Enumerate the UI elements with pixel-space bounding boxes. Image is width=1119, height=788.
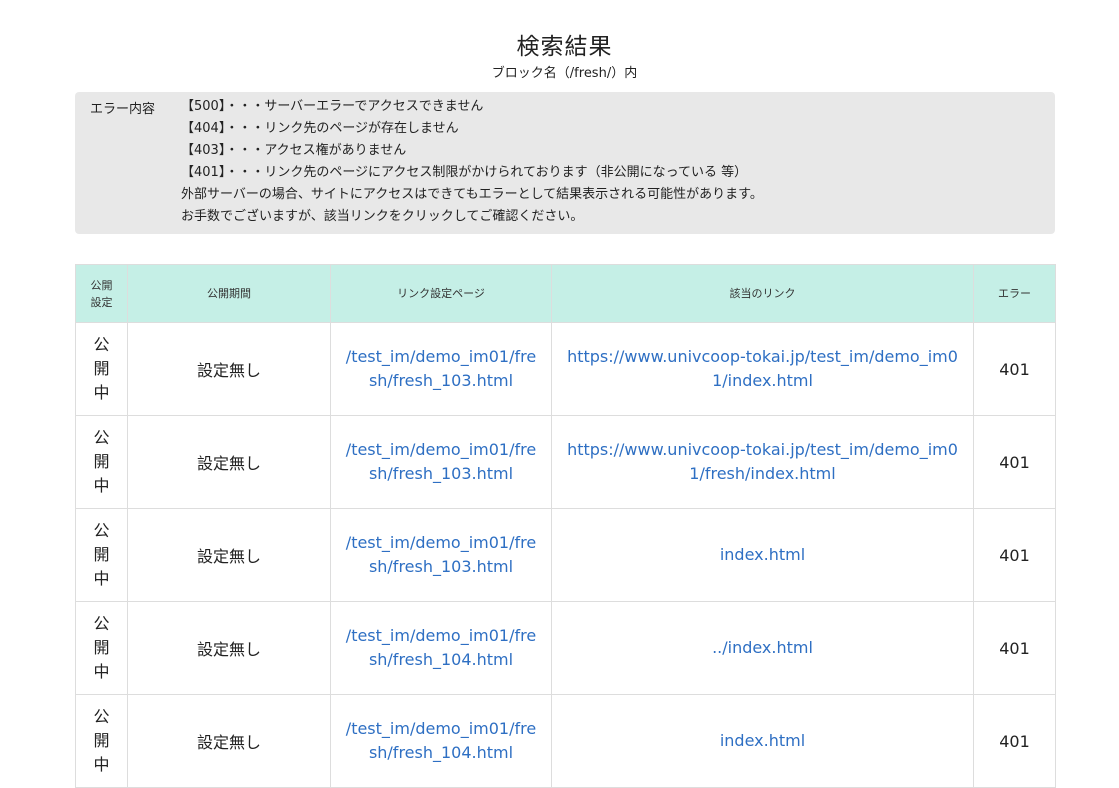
page-cell: /test_im/demo_im01/fresh/fresh_103.html (330, 508, 552, 602)
target-link[interactable]: index.html (552, 729, 973, 753)
table-row: 公 開 中 設定無し /test_im/demo_im01/fresh/fres… (75, 694, 1056, 788)
table-header-row: 公開 設定 公開期間 リンク設定ページ 該当のリンク エラー (75, 264, 1056, 323)
results-table: 公開 設定 公開期間 リンク設定ページ 該当のリンク エラー 公 開 中 設定無… (75, 264, 1056, 788)
table-row: 公 開 中 設定無し /test_im/demo_im01/fresh/fres… (75, 601, 1056, 695)
page-title: 検索結果 (516, 34, 613, 60)
status-char: 中 (93, 476, 110, 495)
status-char: 中 (93, 662, 110, 681)
header-error: エラー (973, 264, 1056, 323)
link-cell: https://www.univcoop-tokai.jp/test_im/de… (551, 322, 974, 416)
page-link[interactable]: /test_im/demo_im01/fresh/fresh_104.html (331, 717, 551, 765)
period-cell: 設定無し (127, 601, 331, 695)
period-cell: 設定無し (127, 415, 331, 509)
status-char: 公 (93, 707, 110, 726)
notice-line: お手数でございますが、該当リンクをクリックしてご確認ください。 (181, 209, 584, 224)
page-link[interactable]: /test_im/demo_im01/fresh/fresh_103.html (331, 345, 551, 393)
status-cell: 公 開 中 (75, 508, 128, 602)
table-row: 公 開 中 設定無し /test_im/demo_im01/fresh/fres… (75, 415, 1056, 509)
target-link[interactable]: ../index.html (552, 636, 973, 660)
notice-line: 【404】・・・リンク先のページが存在しません (181, 121, 459, 136)
target-link[interactable]: https://www.univcoop-tokai.jp/test_im/de… (552, 438, 973, 486)
status-char: 公 (93, 521, 110, 540)
link-cell: https://www.univcoop-tokai.jp/test_im/de… (551, 415, 974, 509)
error-cell: 401 (973, 415, 1056, 509)
page-cell: /test_im/demo_im01/fresh/fresh_103.html (330, 322, 552, 416)
page-link[interactable]: /test_im/demo_im01/fresh/fresh_103.html (331, 531, 551, 579)
page: 検索結果 ブロック名（/fresh/）内 エラー内容 【500】・・・サーバーエ… (0, 0, 1119, 788)
link-cell: index.html (551, 508, 974, 602)
header-status-line: 公開 (90, 278, 113, 292)
notice-line: 外部サーバーの場合、サイトにアクセスはできてもエラーとして結果表示される可能性が… (181, 187, 763, 202)
notice-label: エラー内容 (90, 102, 156, 117)
period-cell: 設定無し (127, 508, 331, 602)
status-char: 中 (93, 569, 110, 588)
error-notice-box: エラー内容 【500】・・・サーバーエラーでアクセスできません 【404】・・・… (75, 92, 1055, 234)
status-char: 開 (93, 545, 110, 564)
status-char: 公 (93, 614, 110, 633)
table-row: 公 開 中 設定無し /test_im/demo_im01/fresh/fres… (75, 508, 1056, 602)
status-char: 開 (93, 731, 110, 750)
link-cell: ../index.html (551, 601, 974, 695)
page-cell: /test_im/demo_im01/fresh/fresh_104.html (330, 694, 552, 788)
status-char: 公 (93, 335, 110, 354)
status-cell: 公 開 中 (75, 415, 128, 509)
status-cell: 公 開 中 (75, 322, 128, 416)
status-char: 中 (93, 755, 110, 774)
notice-line: 【401】・・・リンク先のページにアクセス制限がかけられております（非公開になっ… (181, 165, 748, 180)
table-row: 公 開 中 設定無し /test_im/demo_im01/fresh/fres… (75, 322, 1056, 416)
notice-lines: 【500】・・・サーバーエラーでアクセスできません 【404】・・・リンク先のペ… (181, 96, 763, 228)
status-char: 公 (93, 428, 110, 447)
error-cell: 401 (973, 508, 1056, 602)
target-link[interactable]: index.html (552, 543, 973, 567)
error-cell: 401 (973, 322, 1056, 416)
header-period: 公開期間 (127, 264, 331, 323)
page-cell: /test_im/demo_im01/fresh/fresh_104.html (330, 601, 552, 695)
header-status-line: 設定 (90, 295, 113, 309)
status-char: 開 (93, 638, 110, 657)
page-link[interactable]: /test_im/demo_im01/fresh/fresh_103.html (331, 438, 551, 486)
page-cell: /test_im/demo_im01/fresh/fresh_103.html (330, 415, 552, 509)
error-cell: 401 (973, 601, 1056, 695)
status-char: 開 (93, 359, 110, 378)
status-char: 開 (93, 452, 110, 471)
page-link[interactable]: /test_im/demo_im01/fresh/fresh_104.html (331, 624, 551, 672)
period-cell: 設定無し (127, 322, 331, 416)
error-cell: 401 (973, 694, 1056, 788)
header-status: 公開 設定 (75, 264, 128, 323)
status-cell: 公 開 中 (75, 694, 128, 788)
target-link[interactable]: https://www.univcoop-tokai.jp/test_im/de… (552, 345, 973, 393)
status-char: 中 (93, 383, 110, 402)
status-cell: 公 開 中 (75, 601, 128, 695)
header-link: 該当のリンク (551, 264, 974, 323)
header-page: リンク設定ページ (330, 264, 552, 323)
notice-line: 【403】・・・アクセス権がありません (181, 143, 407, 158)
link-cell: index.html (551, 694, 974, 788)
notice-line: 【500】・・・サーバーエラーでアクセスできません (181, 99, 484, 114)
period-cell: 設定無し (127, 694, 331, 788)
page-subtitle: ブロック名（/fresh/）内 (491, 66, 638, 81)
